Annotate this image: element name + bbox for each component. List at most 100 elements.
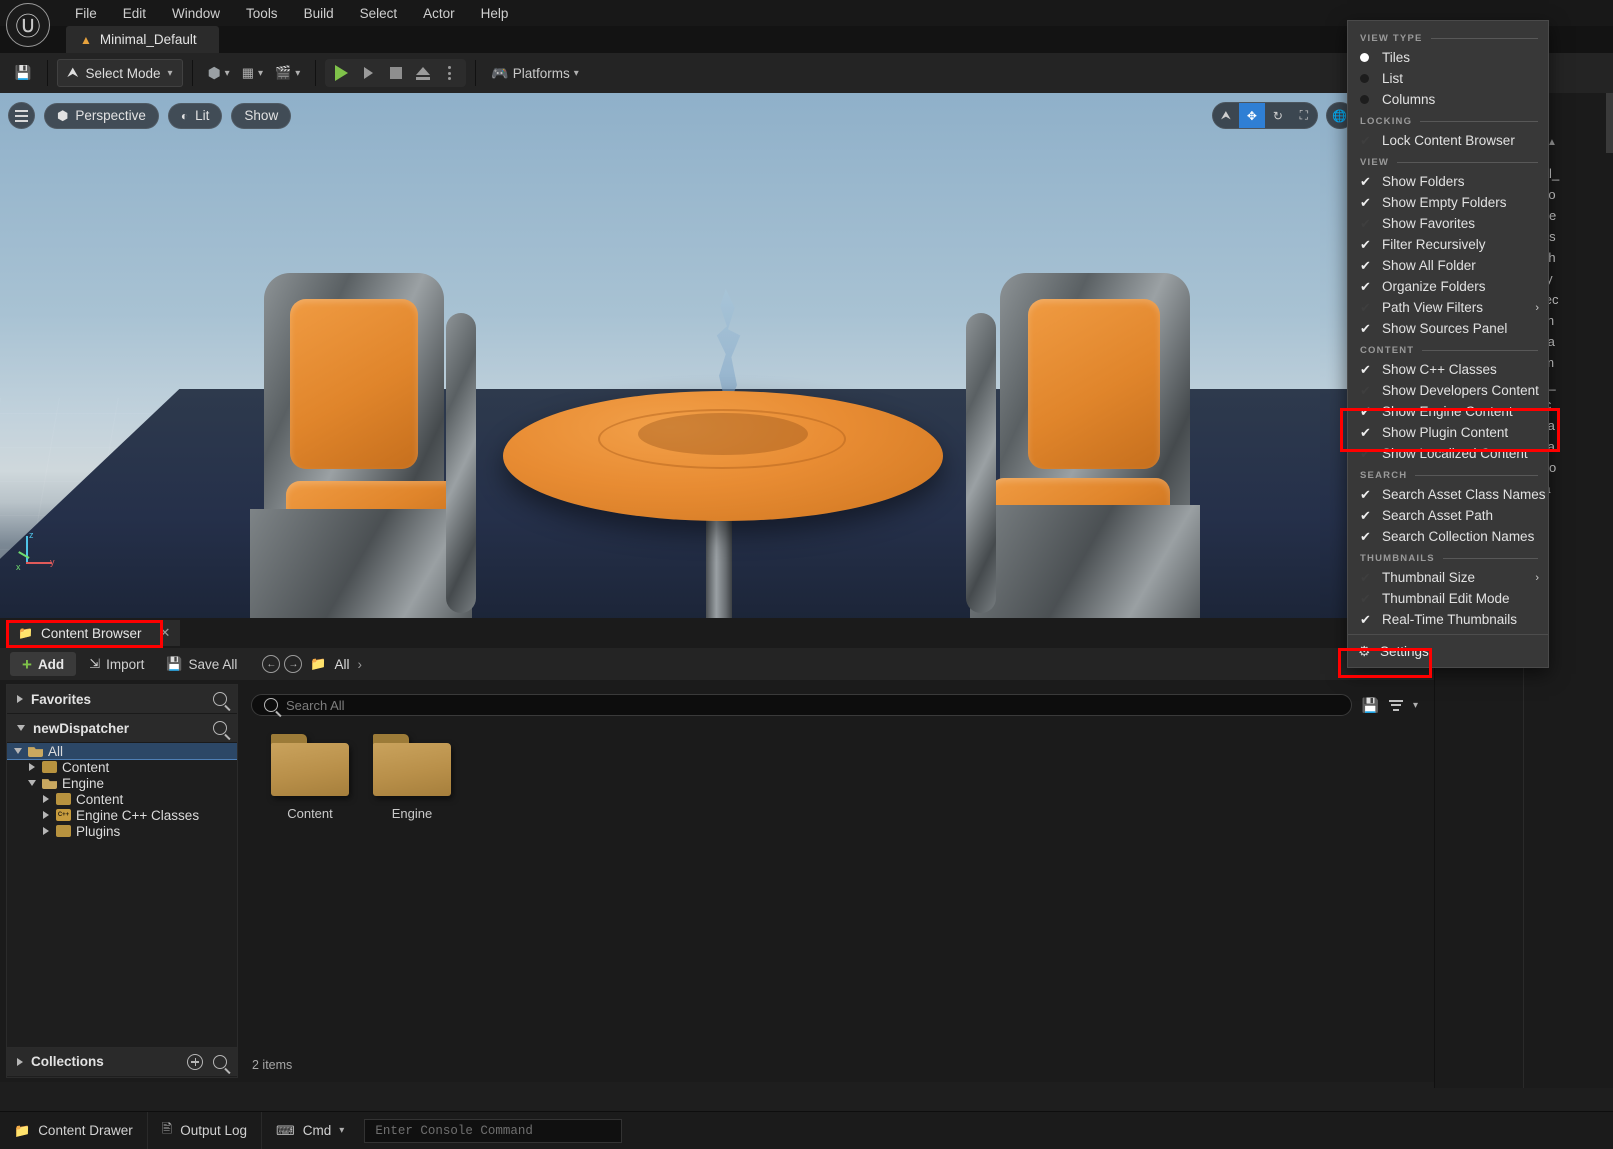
menu-item-show-c-classes[interactable]: ✔Show C++ Classes (1348, 359, 1548, 380)
menu-select[interactable]: Select (347, 2, 411, 25)
chair-right[interactable] (930, 273, 1260, 618)
menu-item-show-developers-content[interactable]: ✔Show Developers Content (1348, 380, 1548, 401)
step-button[interactable] (355, 60, 382, 86)
tree-item-content[interactable]: Content (7, 791, 237, 807)
menu-file[interactable]: File (62, 2, 110, 25)
output-log-button[interactable]: 🖹 Output Log (148, 1112, 262, 1149)
forward-arrow-icon[interactable]: → (284, 655, 302, 673)
collections-panel[interactable]: Collections (6, 1047, 238, 1076)
menu-item-thumbnail-size[interactable]: ✔Thumbnail Size› (1348, 567, 1548, 588)
project-header[interactable]: newDispatcher (7, 714, 237, 743)
eject-button[interactable] (409, 60, 436, 86)
back-arrow-icon[interactable]: ← (262, 655, 280, 673)
tab-content-browser[interactable]: 📁 Content Browser ✕ (8, 620, 180, 646)
chevron-right-icon[interactable] (27, 763, 37, 771)
menu-item-lock-content-browser[interactable]: ✔Lock Content Browser (1348, 130, 1548, 151)
menu-item-search-asset-path[interactable]: ✔Search Asset Path (1348, 505, 1548, 526)
tree-item-all[interactable]: All (7, 743, 237, 759)
chevron-down-icon[interactable]: ▾ (1413, 700, 1418, 711)
save-icon[interactable]: 💾 (8, 59, 38, 87)
stop-button[interactable] (382, 60, 409, 86)
platforms-button[interactable]: 🎮 Platforms ▾ (485, 59, 584, 87)
menu-item-show-folders[interactable]: ✔Show Folders (1348, 171, 1548, 192)
scale-tool-icon[interactable]: ⛶ (1291, 102, 1317, 129)
menu-item-path-view-filters[interactable]: ✔Path View Filters› (1348, 297, 1548, 318)
chevron-right-icon[interactable] (41, 811, 51, 819)
view-mode-dropdown[interactable]: ◐ Lit (168, 103, 223, 129)
import-button[interactable]: ⇲ Import (80, 652, 153, 676)
tree-item-engine[interactable]: Engine (7, 775, 237, 791)
play-button[interactable] (328, 60, 355, 86)
close-icon[interactable]: ✕ (160, 625, 171, 641)
menu-item-filter-recursively[interactable]: ✔Filter Recursively (1348, 234, 1548, 255)
cinematics-button[interactable]: 🎬 ▾ (269, 59, 306, 87)
menu-item-show-engine-content[interactable]: ✔Show Engine Content (1348, 401, 1548, 422)
search-icon[interactable] (213, 1055, 227, 1069)
menu-help[interactable]: Help (468, 2, 522, 25)
asset-tile[interactable]: Engine (365, 734, 459, 821)
tree-item-plugins[interactable]: Plugins (7, 823, 237, 839)
menu-tools[interactable]: Tools (233, 2, 291, 25)
add-actor-button[interactable]: ⬢ ▾ (202, 59, 236, 87)
view-type-tiles[interactable]: Tiles (1348, 47, 1548, 68)
save-all-button[interactable]: 💾 Save All (157, 652, 246, 676)
breadcrumb-chevron-icon[interactable]: › (358, 657, 363, 672)
select-mode-button[interactable]: ⮝ Select Mode ▾ (57, 59, 183, 87)
chevron-right-icon[interactable] (41, 795, 51, 803)
tab-minimal-default[interactable]: ▲ Minimal_Default (66, 26, 219, 53)
menu-item-thumbnail-edit-mode[interactable]: ✔Thumbnail Edit Mode (1348, 588, 1548, 609)
chevron-down-icon[interactable] (13, 748, 23, 754)
show-dropdown[interactable]: Show (231, 103, 291, 129)
save-search-icon[interactable]: 💾 (1362, 697, 1379, 714)
rotate-tool-icon[interactable]: ↻ (1265, 102, 1291, 129)
console-input[interactable]: Enter Console Command (364, 1119, 622, 1143)
menu-item-show-plugin-content[interactable]: ✔Show Plugin Content (1348, 422, 1548, 443)
folder-open-icon (28, 745, 43, 757)
settings-menu-item[interactable]: ⚙ Settings (1348, 639, 1548, 663)
favorites-header[interactable]: Favorites (7, 685, 237, 714)
search-input[interactable]: Search All (251, 694, 1352, 716)
search-icon[interactable] (213, 721, 227, 735)
menu-window[interactable]: Window (159, 2, 233, 25)
tree-item-content[interactable]: Content (7, 759, 237, 775)
viewport-menu-icon[interactable] (8, 102, 35, 129)
menu-item-show-favorites[interactable]: ✔Show Favorites (1348, 213, 1548, 234)
vertical-scrollbar[interactable] (1606, 93, 1613, 153)
menu-item-show-all-folder[interactable]: ✔Show All Folder (1348, 255, 1548, 276)
menu-item-label: Search Asset Class Names (1382, 487, 1546, 502)
chevron-right-icon[interactable] (41, 827, 51, 835)
unreal-logo[interactable]: Ⓤ (6, 3, 50, 47)
breadcrumb-path[interactable]: All (335, 657, 350, 672)
level-tab-label: Minimal_Default (100, 32, 197, 47)
menu-edit[interactable]: Edit (110, 2, 159, 25)
select-tool-icon[interactable]: ⮝ (1213, 102, 1239, 129)
filter-icon[interactable] (1389, 700, 1403, 711)
menu-item-organize-folders[interactable]: ✔Organize Folders (1348, 276, 1548, 297)
add-button[interactable]: + Add (10, 652, 76, 676)
search-icon[interactable] (213, 692, 227, 706)
translate-tool-icon[interactable]: ✥ (1239, 102, 1265, 129)
menu-item-real-time-thumbnails[interactable]: ✔Real-Time Thumbnails (1348, 609, 1548, 630)
save-all-label: Save All (189, 657, 238, 672)
plus-circle-icon[interactable] (187, 1054, 203, 1070)
chevron-down-icon[interactable] (27, 780, 37, 786)
tree-item-engine-c-classes[interactable]: Engine C++ Classes (7, 807, 237, 823)
more-options-icon[interactable] (436, 60, 463, 86)
view-type-columns[interactable]: Columns (1348, 89, 1548, 110)
menu-item-show-empty-folders[interactable]: ✔Show Empty Folders (1348, 192, 1548, 213)
menu-item-show-sources-panel[interactable]: ✔Show Sources Panel (1348, 318, 1548, 339)
blueprints-button[interactable]: ▦ ▾ (236, 59, 269, 87)
menu-actor[interactable]: Actor (410, 2, 468, 25)
cmd-dropdown[interactable]: ⌨ Cmd ▾ (262, 1112, 358, 1149)
content-drawer-button[interactable]: 📁 Content Drawer (0, 1112, 148, 1149)
asset-tile[interactable]: Content (263, 734, 357, 821)
menu-item-search-collection-names[interactable]: ✔Search Collection Names (1348, 526, 1548, 547)
view-type-list[interactable]: List (1348, 68, 1548, 89)
chevron-down-icon: ▾ (225, 68, 230, 79)
menu-item-search-asset-class-names[interactable]: ✔Search Asset Class Names (1348, 484, 1548, 505)
perspective-dropdown[interactable]: ⬢ Perspective (44, 103, 159, 129)
menu-build[interactable]: Build (291, 2, 347, 25)
menu-item-show-localized-content[interactable]: ✔Show Localized Content (1348, 443, 1548, 464)
check-icon: ✔ (1360, 258, 1382, 274)
chevron-right-icon (17, 695, 23, 703)
